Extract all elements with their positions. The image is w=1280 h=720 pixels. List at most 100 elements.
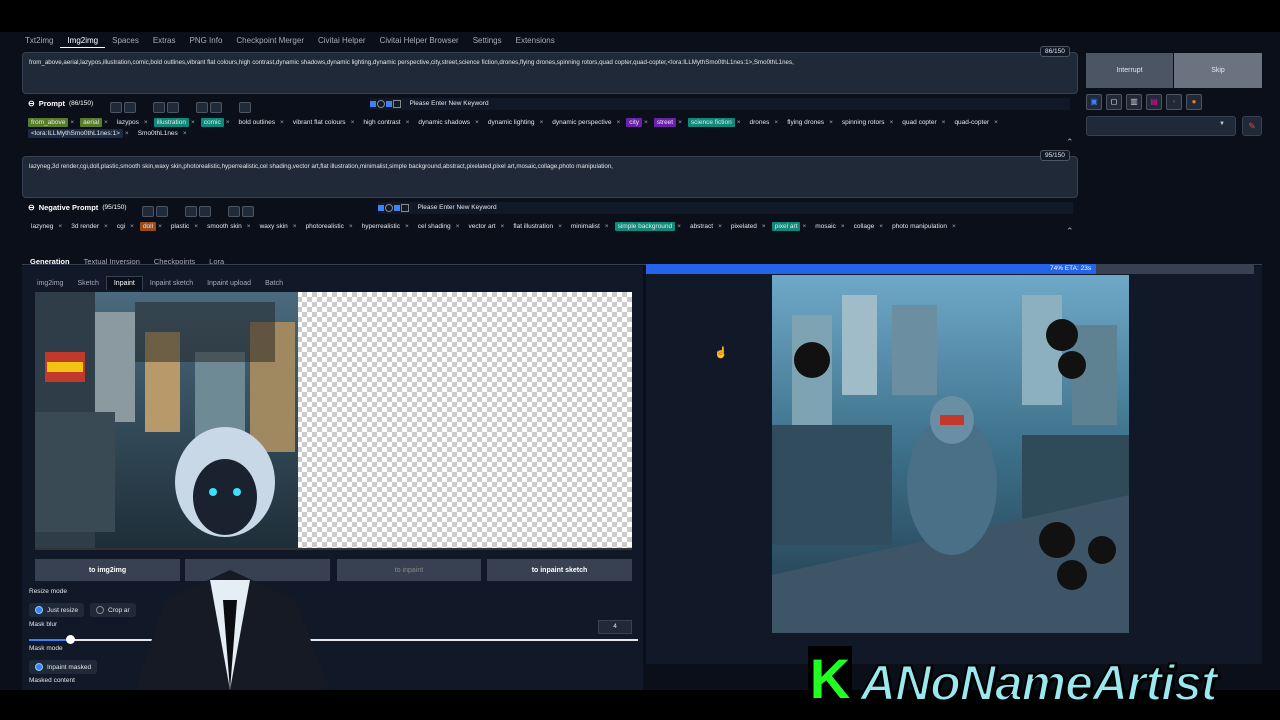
tool-icon[interactable]	[195, 102, 208, 114]
inpaint-masked-radio[interactable]: Inpaint masked	[29, 660, 98, 674]
tool-icon[interactable]	[166, 102, 179, 114]
keyword-chip[interactable]: from_above	[28, 118, 69, 127]
remove-keyword-icon[interactable]: ×	[158, 223, 162, 230]
remove-keyword-icon[interactable]: ×	[70, 119, 74, 126]
tab-checkpoint-merger[interactable]: Checkpoint Merger	[229, 34, 311, 48]
keyword-chip[interactable]: aerial	[80, 118, 103, 127]
trash-icon[interactable]	[241, 206, 254, 218]
tab-png-info[interactable]: PNG Info	[183, 34, 230, 48]
collapse-up-icon[interactable]: ⌃	[1066, 137, 1074, 148]
keyword-chip[interactable]: dynamic perspective	[549, 118, 614, 127]
remove-keyword-icon[interactable]: ×	[406, 119, 410, 126]
trash-icon[interactable]	[209, 102, 222, 114]
remove-keyword-icon[interactable]: ×	[58, 223, 62, 230]
tab-civitai-helper[interactable]: Civitai Helper	[311, 34, 373, 48]
tool-icon[interactable]	[198, 206, 211, 218]
remove-keyword-icon[interactable]: ×	[617, 119, 621, 126]
tool-icon[interactable]	[152, 102, 165, 114]
gear-icon[interactable]	[238, 102, 251, 114]
checkbox-icon[interactable]	[370, 101, 376, 107]
tool-icon[interactable]	[156, 206, 168, 218]
tab-img2img[interactable]: Img2img	[60, 34, 106, 48]
keyword-chip[interactable]: mosaic	[812, 222, 839, 231]
remove-keyword-icon[interactable]: ×	[605, 223, 609, 230]
remove-keyword-icon[interactable]: ×	[130, 223, 134, 230]
tool-icon[interactable]	[184, 206, 197, 218]
keyword-chip[interactable]: photorealistic	[303, 222, 347, 231]
tab-extras[interactable]: Extras	[146, 34, 183, 48]
tab-spaces[interactable]: Spaces	[105, 34, 146, 48]
save-icon[interactable]: ▫	[1166, 94, 1182, 110]
collapse-icon[interactable]: ⊖	[28, 99, 35, 108]
remove-keyword-icon[interactable]: ×	[644, 119, 648, 126]
tab-extensions[interactable]: Extensions	[509, 34, 562, 48]
remove-keyword-icon[interactable]: ×	[841, 223, 845, 230]
just-resize-radio[interactable]: Just resize	[29, 603, 85, 617]
remove-keyword-icon[interactable]: ×	[194, 223, 198, 230]
keyword-chip[interactable]: vibrant flat colours	[290, 118, 349, 127]
keyword-chip[interactable]: illustration	[153, 118, 189, 127]
tool-icon[interactable]	[227, 206, 240, 218]
keyword-chip[interactable]: bold outlines	[236, 118, 279, 127]
keyword-chip[interactable]: street	[653, 118, 677, 127]
keyword-chip[interactable]: cgi	[114, 222, 128, 231]
edit-icon[interactable]: ▣	[1086, 94, 1102, 110]
keyword-chip[interactable]: comic	[200, 118, 224, 127]
generated-image[interactable]	[772, 275, 1129, 633]
checkbox-icon[interactable]	[401, 204, 409, 212]
keyword-chip[interactable]: high contrast	[360, 118, 403, 127]
remove-keyword-icon[interactable]: ×	[456, 223, 460, 230]
checkbox-icon[interactable]	[393, 100, 401, 108]
remove-keyword-icon[interactable]: ×	[351, 119, 355, 126]
keyword-chip[interactable]: minimalist	[568, 222, 603, 231]
remove-keyword-icon[interactable]: ×	[774, 119, 778, 126]
tab-civitai-helper-browser[interactable]: Civitai Helper Browser	[373, 34, 466, 48]
remove-keyword-icon[interactable]: ×	[475, 119, 479, 126]
tab-batch[interactable]: Batch	[258, 277, 290, 290]
tab-inpaint[interactable]: Inpaint	[105, 276, 143, 290]
prompt-textarea[interactable]: from_above,aerial,lazypos,illustration,c…	[22, 52, 1078, 94]
inpaint-canvas[interactable]	[35, 292, 632, 550]
keyword-chip[interactable]: abstract	[687, 222, 716, 231]
remove-keyword-icon[interactable]: ×	[280, 119, 284, 126]
refresh-icon[interactable]	[385, 204, 393, 212]
tool-icon[interactable]	[124, 102, 136, 114]
tab-settings[interactable]: Settings	[466, 34, 509, 48]
keyword-chip[interactable]: 3d render	[68, 222, 102, 231]
remove-keyword-icon[interactable]: ×	[879, 223, 883, 230]
remove-keyword-icon[interactable]: ×	[677, 223, 681, 230]
tab-img2img[interactable]: img2img	[30, 277, 70, 290]
remove-keyword-icon[interactable]: ×	[890, 119, 894, 126]
keyword-chip[interactable]: dynamic lighting	[485, 118, 538, 127]
keyword-chip[interactable]: flying drones	[784, 118, 827, 127]
tab-txt2img[interactable]: Txt2img	[18, 34, 60, 48]
remove-keyword-icon[interactable]: ×	[104, 223, 108, 230]
keyword-chip[interactable]: waxy skin	[257, 222, 291, 231]
remove-keyword-icon[interactable]: ×	[829, 119, 833, 126]
keyword-chip[interactable]: lazyneg	[28, 222, 56, 231]
styles-dropdown[interactable]: ▼	[1086, 116, 1236, 136]
remove-keyword-icon[interactable]: ×	[144, 119, 148, 126]
keyword-chip[interactable]: pixel art	[771, 222, 801, 231]
keyword-chip[interactable]: quad copter	[899, 118, 939, 127]
keyword-chip[interactable]: Smo0thL1nes	[135, 129, 181, 138]
collapse-icon[interactable]: ⊖	[28, 203, 35, 212]
keyword-chip[interactable]: smooth skin	[204, 222, 245, 231]
apply-style-icon[interactable]: ✎	[1242, 116, 1262, 136]
remove-keyword-icon[interactable]: ×	[191, 119, 195, 126]
keyword-chip[interactable]: drones	[747, 118, 773, 127]
remove-keyword-icon[interactable]: ×	[952, 223, 956, 230]
checkbox-icon[interactable]	[386, 101, 392, 107]
remove-keyword-icon[interactable]: ×	[501, 223, 505, 230]
keyword-chip[interactable]: lazypos	[114, 118, 142, 127]
remove-keyword-icon[interactable]: ×	[994, 119, 998, 126]
tool-icon[interactable]	[142, 206, 154, 218]
remove-keyword-icon[interactable]: ×	[405, 223, 409, 230]
keyword-chip[interactable]: cel shading	[415, 222, 454, 231]
remove-keyword-icon[interactable]: ×	[183, 130, 187, 137]
interrupt-button[interactable]: Interrupt	[1086, 53, 1173, 88]
keyword-chip[interactable]: spinning rotors	[839, 118, 888, 127]
collapse-up-icon[interactable]: ⌃	[1066, 226, 1074, 237]
tab-inpaint-sketch[interactable]: Inpaint sketch	[143, 277, 200, 290]
keyword-chip[interactable]: vector art	[465, 222, 498, 231]
